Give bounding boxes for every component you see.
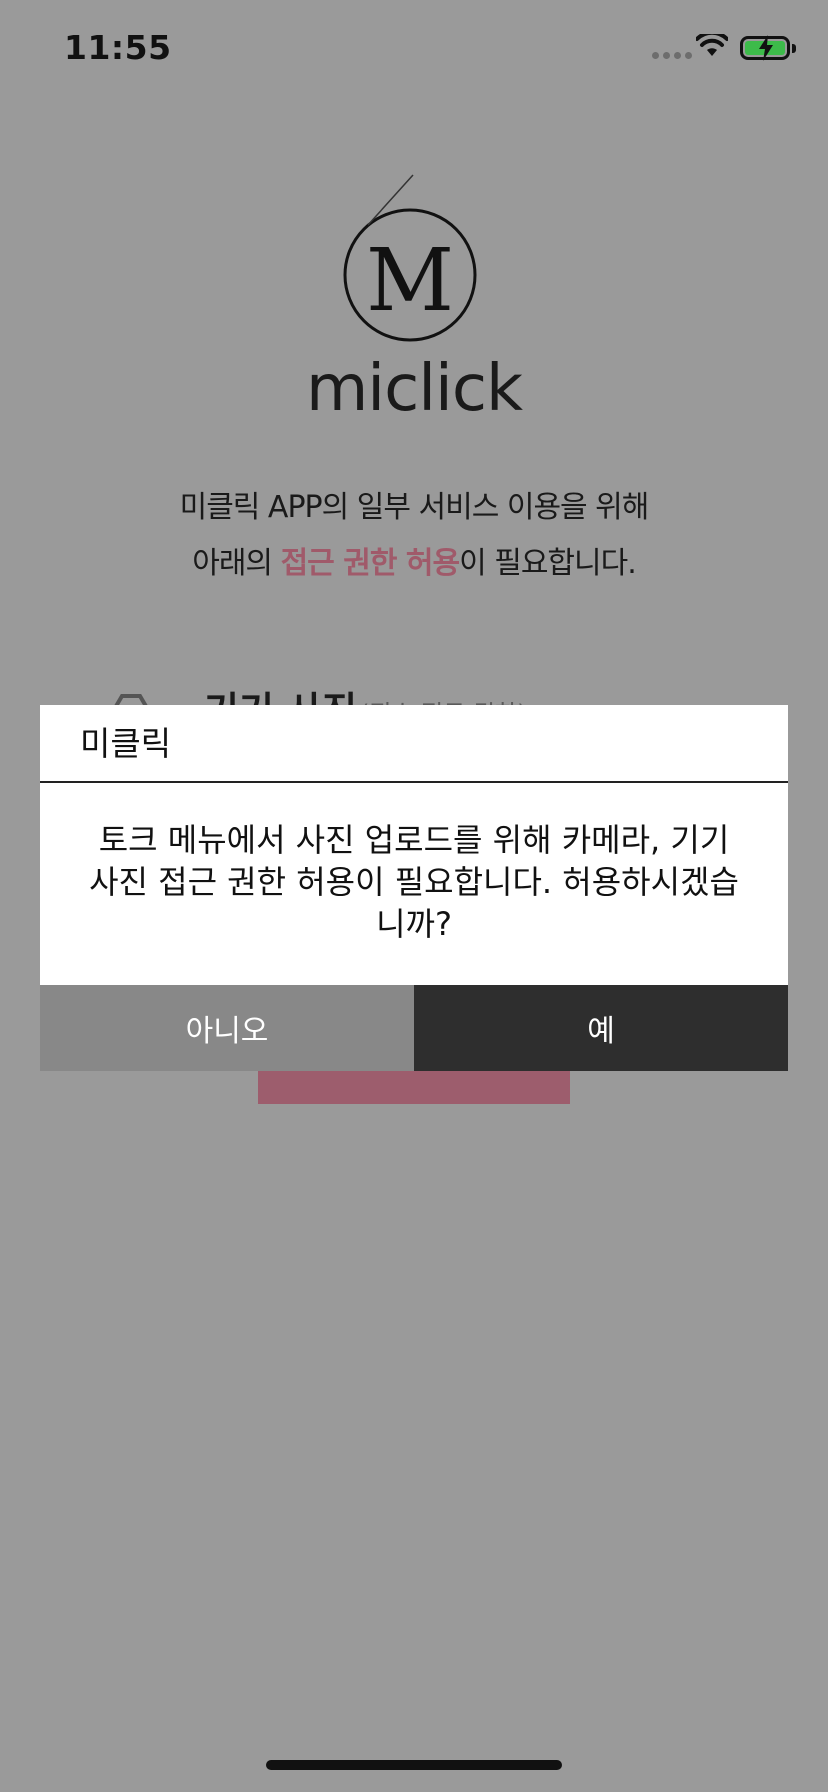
no-button[interactable]: 아니오 xyxy=(40,985,414,1071)
intro-line-2-prefix: 아래의 xyxy=(192,546,281,581)
status-time: 11:55 xyxy=(64,28,172,67)
dialog-buttons: 아니오 예 xyxy=(40,985,788,1071)
dialog-title: 미클릭 xyxy=(40,705,788,783)
permission-dialog: 미클릭 토크 메뉴에서 사진 업로드를 위해 카메라, 기기 사진 접근 권한 … xyxy=(40,705,788,1071)
home-indicator[interactable] xyxy=(266,1760,562,1770)
intro-line-2-suffix: 이 필요합니다. xyxy=(459,546,637,581)
intro-line-2: 아래의 접근 권한 허용이 필요합니다. xyxy=(0,536,828,592)
status-bar: 11:55 xyxy=(0,0,828,100)
logo-wordmark: miclick xyxy=(305,352,523,426)
logo-letter: M xyxy=(366,231,454,331)
charging-bolt-icon xyxy=(759,35,773,61)
yes-button[interactable]: 예 xyxy=(414,985,788,1071)
cellular-signal-icon xyxy=(652,52,692,59)
intro-line-1: 미클릭 APP의 일부 서비스 이용을 위해 xyxy=(179,490,650,525)
intro-line-2-accent: 접근 권한 허용 xyxy=(280,546,460,581)
wifi-icon xyxy=(696,34,728,56)
intro-text: 미클릭 APP의 일부 서비스 이용을 위해 아래의 접근 권한 허용이 필요합… xyxy=(0,480,828,592)
battery-tip xyxy=(792,44,796,53)
dialog-message: 토크 메뉴에서 사진 업로드를 위해 카메라, 기기 사진 접근 권한 허용이 … xyxy=(89,821,739,943)
